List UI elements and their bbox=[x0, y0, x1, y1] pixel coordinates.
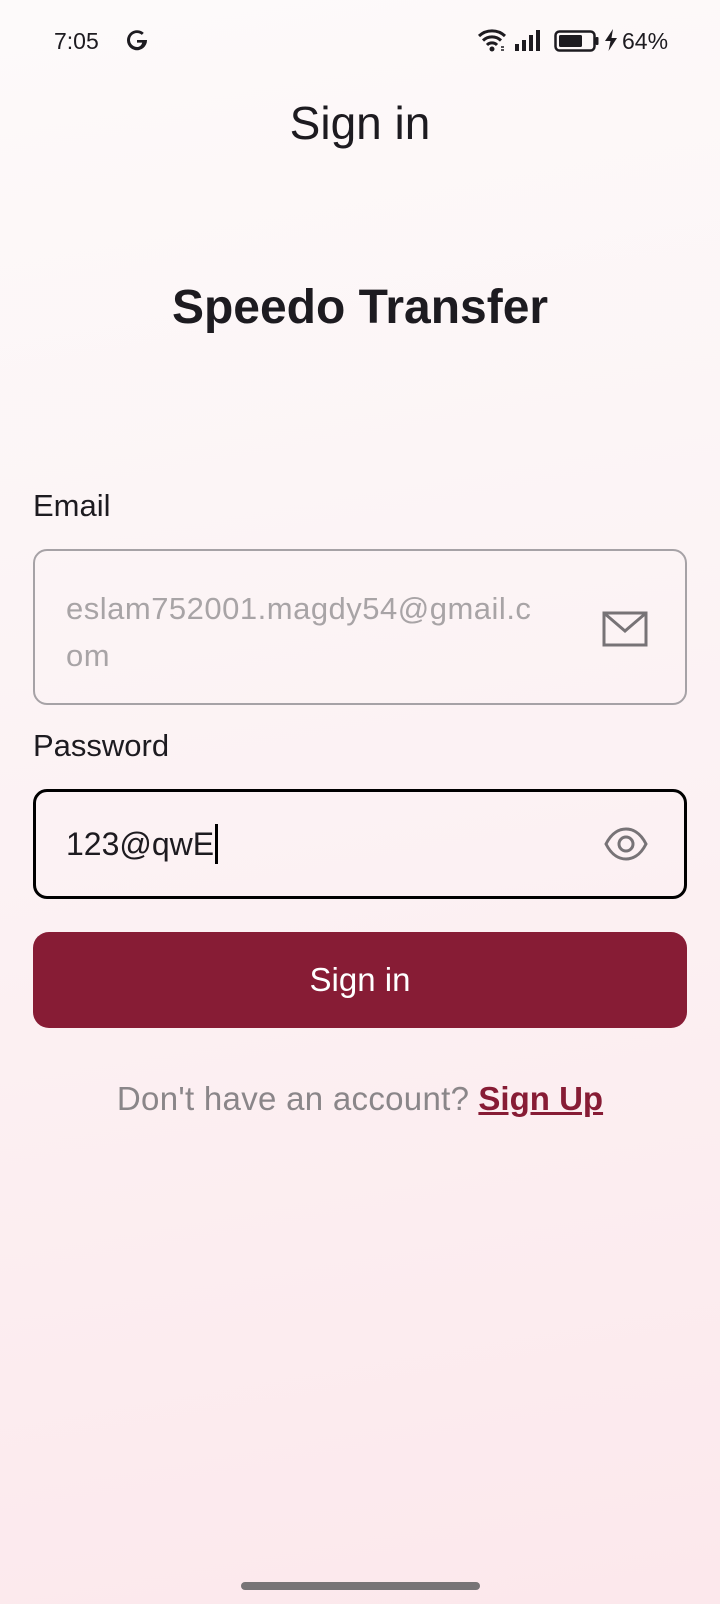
battery-percent: 64% bbox=[622, 28, 669, 54]
google-icon bbox=[127, 30, 148, 51]
signin-button[interactable]: Sign in bbox=[33, 932, 687, 1028]
signup-link[interactable]: Sign Up bbox=[478, 1080, 603, 1117]
email-value: eslam752001.magdy54@gmail.com bbox=[66, 591, 532, 673]
home-indicator[interactable] bbox=[241, 1582, 480, 1590]
signin-button-label: Sign in bbox=[309, 961, 411, 998]
text-caret bbox=[215, 823, 219, 864]
mail-icon bbox=[602, 611, 648, 647]
email-field[interactable]: eslam752001.magdy54@gmail.com bbox=[33, 549, 687, 705]
password-label: Password bbox=[33, 728, 170, 763]
eye-icon[interactable] bbox=[604, 826, 648, 862]
battery-icon bbox=[554, 30, 599, 52]
charging-icon bbox=[605, 29, 617, 51]
page-title: Sign in bbox=[289, 97, 431, 149]
signup-prompt: Don't have an account? bbox=[116, 1080, 470, 1117]
signup-row: Don't have an account? Sign Up bbox=[0, 1080, 720, 1118]
status-bar: 7:05 64% bbox=[0, 0, 720, 84]
password-value-wrap: 123@qwE bbox=[66, 823, 219, 867]
signal-icon bbox=[515, 30, 540, 51]
password-value: 123@qwE bbox=[66, 826, 215, 862]
email-label: Email bbox=[33, 488, 111, 523]
wifi-icon bbox=[477, 29, 507, 52]
password-field[interactable]: 123@qwE bbox=[33, 789, 687, 899]
status-time: 7:05 bbox=[54, 28, 99, 54]
brand-title: Speedo Transfer bbox=[171, 281, 549, 334]
